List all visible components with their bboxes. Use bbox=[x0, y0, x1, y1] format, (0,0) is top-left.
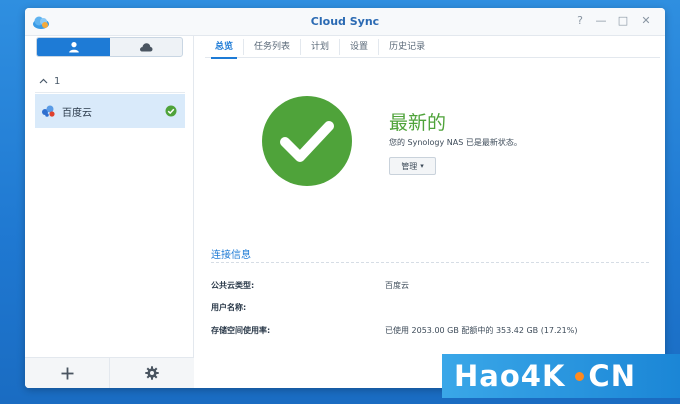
tab-settings[interactable]: 设置 bbox=[340, 39, 380, 55]
tab-schedule[interactable]: 计划 bbox=[301, 39, 341, 55]
main-tabs: 总览 任务列表 计划 设置 历史记录 bbox=[205, 36, 660, 59]
close-button[interactable]: ✕ bbox=[639, 14, 653, 28]
check-circle-icon bbox=[165, 105, 177, 117]
caret-down-icon: ▾ bbox=[420, 162, 424, 170]
connection-group-count: 1 bbox=[54, 75, 61, 87]
tab-connections[interactable] bbox=[37, 38, 110, 56]
sidebar-footer bbox=[25, 357, 194, 388]
info-row-cloud-type: 公共云类型: 百度云 bbox=[211, 280, 651, 292]
maximize-button[interactable]: □ bbox=[616, 14, 630, 28]
sidebar-view-switch bbox=[36, 37, 183, 57]
sidebar-item-baidu-cloud[interactable]: 百度云 bbox=[35, 94, 185, 128]
info-label: 存储空间使用率: bbox=[211, 326, 271, 335]
info-value: 已使用 2053.00 GB 配额中的 353.42 GB (17.21%) bbox=[385, 326, 578, 335]
manage-button[interactable]: 管理 ▾ bbox=[389, 157, 436, 175]
main-panel: 总览 任务列表 计划 设置 历史记录 最新的 您的 Synology NAS 已… bbox=[195, 36, 665, 388]
sidebar-item-label: 百度云 bbox=[62, 107, 92, 119]
sidebar: 1 百度云 bbox=[25, 36, 194, 388]
watermark-text-right: CN bbox=[588, 359, 636, 393]
watermark-text-left: Hao4K bbox=[454, 359, 566, 393]
title-bar[interactable]: Cloud Sync ? — □ ✕ bbox=[25, 8, 665, 36]
baidu-cloud-icon bbox=[42, 105, 55, 117]
add-connection-button[interactable] bbox=[25, 358, 109, 388]
section-divider bbox=[211, 262, 649, 263]
manage-button-label: 管理 bbox=[401, 161, 418, 171]
tab-overview[interactable]: 总览 bbox=[205, 39, 245, 59]
group-divider bbox=[35, 92, 185, 93]
tab-task-list[interactable]: 任务列表 bbox=[244, 39, 302, 55]
watermark: Hao4K CN bbox=[442, 354, 680, 398]
status-description: 您的 Synology NAS 已是最新状态。 bbox=[389, 138, 522, 147]
help-button[interactable]: ? bbox=[573, 14, 587, 28]
cloud-sync-window: Cloud Sync ? — □ ✕ 1 百度云 总览 任务列表 计划 设置 历… bbox=[25, 8, 665, 388]
minimize-button[interactable]: — bbox=[594, 14, 608, 28]
info-value: 百度云 bbox=[385, 281, 409, 290]
chevron-up-icon[interactable] bbox=[39, 78, 48, 84]
tab-cloud[interactable] bbox=[110, 38, 182, 56]
tab-history[interactable]: 历史记录 bbox=[379, 39, 435, 55]
cloud-icon bbox=[140, 43, 153, 52]
watermark-dot bbox=[575, 371, 585, 381]
plus-icon bbox=[61, 367, 73, 379]
settings-button[interactable] bbox=[109, 358, 193, 388]
status-title: 最新的 bbox=[389, 112, 447, 134]
info-row-storage-usage: 存储空间使用率: 已使用 2053.00 GB 配额中的 353.42 GB (… bbox=[211, 325, 651, 337]
connection-group-header[interactable]: 1 bbox=[39, 74, 60, 88]
gear-icon bbox=[144, 366, 159, 380]
info-label: 用户名称: bbox=[211, 303, 247, 312]
user-icon bbox=[68, 42, 79, 53]
info-row-username: 用户名称: bbox=[211, 302, 651, 314]
connection-info-title: 连接信息 bbox=[211, 250, 251, 261]
window-title: Cloud Sync bbox=[310, 15, 380, 28]
up-to-date-check-icon bbox=[262, 96, 352, 186]
info-label: 公共云类型: bbox=[211, 281, 255, 290]
